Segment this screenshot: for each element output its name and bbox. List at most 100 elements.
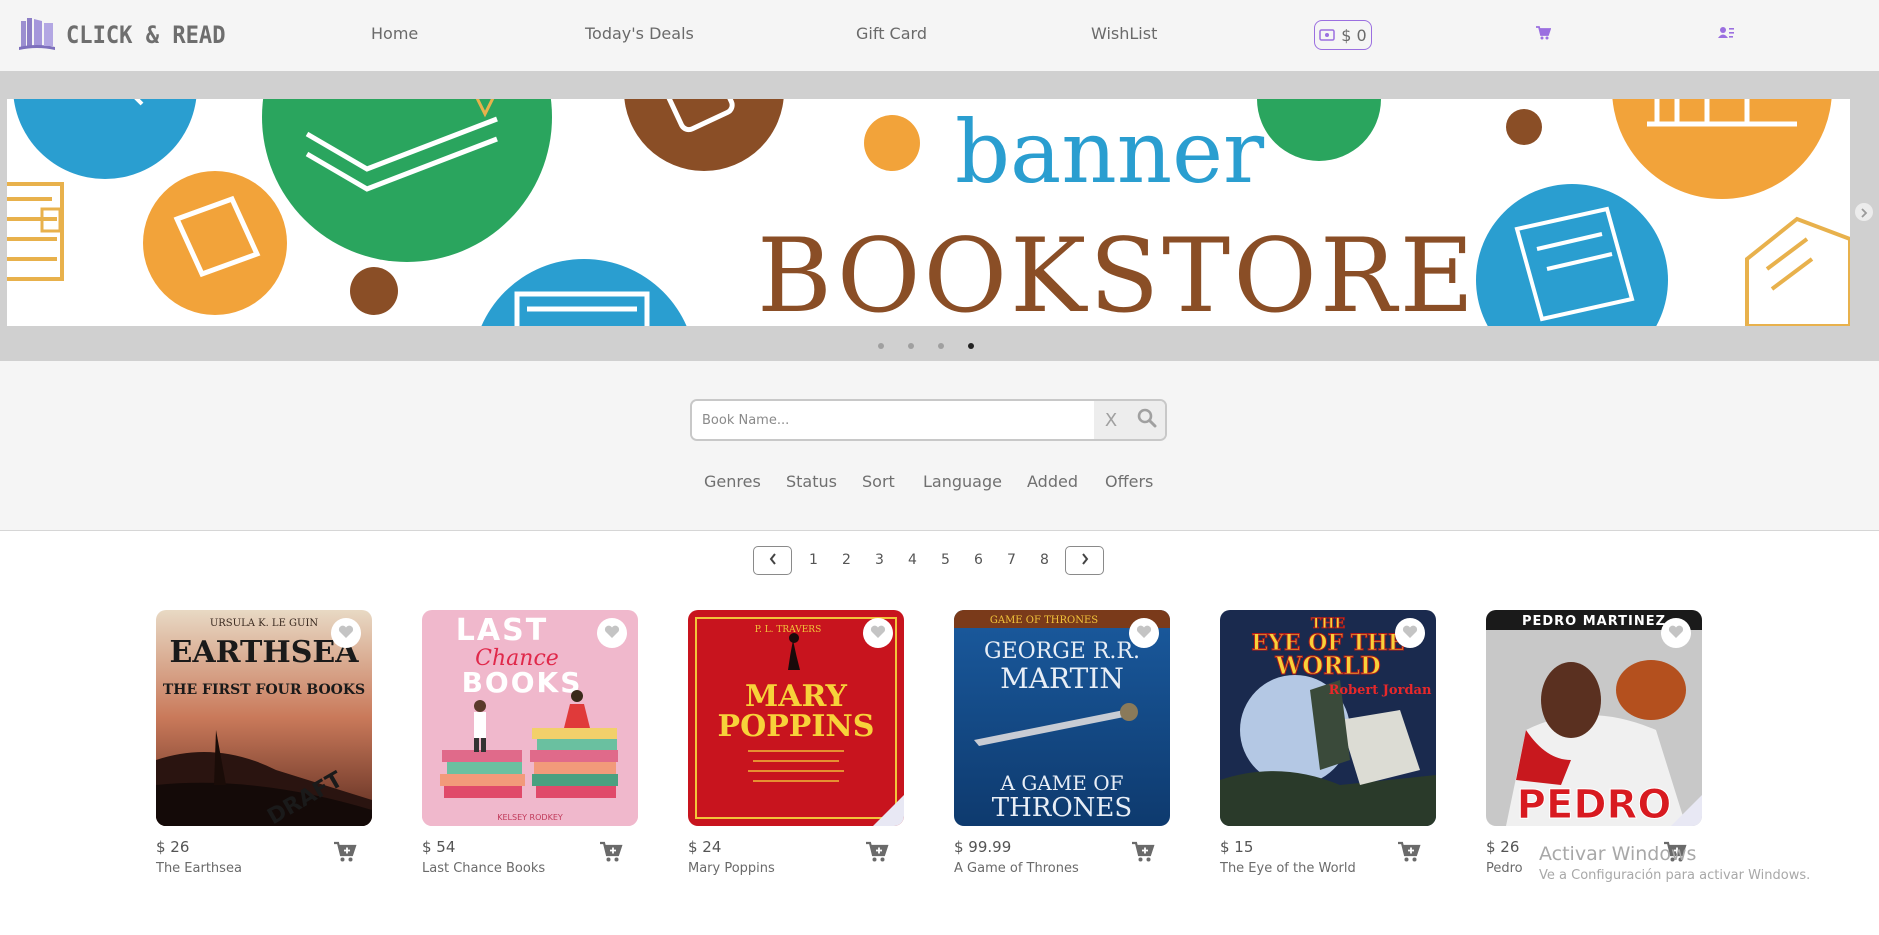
svg-text:WORLD: WORLD (1274, 651, 1381, 680)
carousel-next-button[interactable] (1855, 203, 1873, 221)
pagination-page-5[interactable]: 5 (941, 552, 950, 568)
cart-plus-icon (1398, 841, 1421, 862)
svg-text:KELSEY RODKEY: KELSEY RODKEY (497, 813, 563, 822)
wishlist-button[interactable] (1395, 618, 1425, 648)
cart-icon[interactable] (1535, 25, 1552, 41)
add-to-cart-button[interactable] (599, 841, 623, 863)
banner-carousel: banner BOOKSTORE (0, 71, 1879, 361)
cart-plus-icon (600, 841, 623, 862)
heart-icon (870, 624, 886, 643)
pagination-page-6[interactable]: 6 (974, 552, 983, 568)
nav-wishlist[interactable]: WishList (1091, 24, 1157, 43)
heart-icon (338, 624, 354, 643)
book-price: $ 15 (1220, 838, 1254, 856)
search-icon (1137, 408, 1157, 432)
book-title[interactable]: Last Chance Books (422, 861, 545, 876)
banner-slide[interactable]: banner BOOKSTORE (7, 99, 1850, 326)
svg-text:MARTIN: MARTIN (1000, 662, 1124, 695)
carousel-dot-active[interactable] (968, 343, 974, 349)
book-title[interactable]: The Eye of the World (1220, 861, 1356, 876)
chevron-right-icon (1080, 551, 1090, 570)
wishlist-button[interactable] (863, 618, 893, 648)
nav-home[interactable]: Home (371, 24, 418, 43)
heart-icon (1136, 624, 1152, 643)
svg-text:GEORGE R.R.: GEORGE R.R. (984, 639, 1140, 664)
cart-plus-icon (1132, 841, 1155, 862)
carousel-indicators (878, 343, 974, 349)
book-price: $ 26 (156, 838, 190, 856)
filter-genres[interactable]: Genres (704, 472, 761, 491)
filter-sort[interactable]: Sort (862, 472, 895, 491)
brand[interactable]: CLICK & READ (18, 16, 239, 54)
book-price: $ 26 (1486, 838, 1520, 856)
brand-name: CLICK & READ (66, 21, 226, 49)
filter-status[interactable]: Status (786, 472, 837, 491)
svg-text:PEDRO: PEDRO (1517, 782, 1672, 826)
pagination-page-1[interactable]: 1 (809, 552, 818, 568)
svg-text:URSULA K. LE GUIN: URSULA K. LE GUIN (210, 618, 319, 629)
activation-watermark-title: Activar Windows (1539, 843, 1697, 865)
book-title[interactable]: Mary Poppins (688, 861, 775, 876)
nav-todays-deals[interactable]: Today's Deals (585, 24, 694, 43)
filter-added[interactable]: Added (1027, 472, 1078, 491)
book-title[interactable]: A Game of Thrones (954, 861, 1079, 876)
book-title[interactable]: The Earthsea (156, 861, 242, 876)
wishlist-button[interactable] (597, 618, 627, 648)
add-to-cart-button[interactable] (865, 841, 889, 863)
carousel-dot[interactable] (938, 343, 944, 349)
book-price: $ 24 (688, 838, 722, 856)
pagination-page-2[interactable]: 2 (842, 552, 851, 568)
wishlist-button[interactable] (1661, 618, 1691, 648)
banner-title: BOOKSTORE (757, 217, 1477, 326)
svg-text:EARTHSEA: EARTHSEA (169, 635, 359, 670)
svg-text:GAME OF THRONES: GAME OF THRONES (990, 615, 1098, 626)
pagination-page-7[interactable]: 7 (1007, 552, 1016, 568)
add-to-cart-button[interactable] (1397, 841, 1421, 863)
search-button[interactable] (1128, 401, 1165, 439)
activation-watermark-subtitle: Ve a Configuración para activar Windows. (1539, 868, 1811, 883)
heart-icon (1402, 624, 1418, 643)
svg-text:LAST: LAST (456, 613, 548, 648)
book-price: $ 54 (422, 838, 456, 856)
add-to-cart-button[interactable] (1131, 841, 1155, 863)
filter-language[interactable]: Language (923, 472, 1002, 491)
banner-word: banner (955, 103, 1265, 203)
search-clear-button[interactable]: X (1094, 401, 1128, 439)
svg-text:A GAME OF: A GAME OF (1000, 771, 1124, 795)
pagination-page-3[interactable]: 3 (875, 552, 884, 568)
svg-text:BOOKS: BOOKS (462, 666, 583, 699)
heart-icon (604, 624, 620, 643)
filter-offers[interactable]: Offers (1105, 472, 1153, 491)
svg-text:Robert Jordan: Robert Jordan (1329, 683, 1432, 698)
book-price: $ 99.99 (954, 838, 1012, 856)
pagination-prev-button[interactable] (753, 546, 792, 575)
wishlist-button[interactable] (331, 618, 361, 648)
svg-text:POPPINS: POPPINS (718, 709, 875, 744)
svg-text:THRONES: THRONES (992, 793, 1132, 823)
pagination-next-button[interactable] (1065, 546, 1104, 575)
carousel-dot[interactable] (908, 343, 914, 349)
pagination-page-4[interactable]: 4 (908, 552, 917, 568)
chevron-left-icon (768, 551, 778, 570)
nav-gift-card[interactable]: Gift Card (856, 24, 927, 43)
cart-plus-icon (866, 841, 889, 862)
svg-text:P. L. TRAVERS: P. L. TRAVERS (755, 625, 822, 635)
add-to-cart-button[interactable] (333, 841, 357, 863)
pagination-page-8[interactable]: 8 (1040, 552, 1049, 568)
user-list-icon[interactable] (1718, 25, 1734, 41)
carousel-dot[interactable] (878, 343, 884, 349)
chevron-right-icon (1860, 203, 1868, 222)
navbar: CLICK & READ Home Today's Deals Gift Car… (0, 0, 1879, 71)
book-title[interactable]: Pedro (1486, 861, 1523, 876)
wishlist-button[interactable] (1129, 618, 1159, 648)
heart-icon (1668, 624, 1684, 643)
svg-text:PEDRO MARTINEZ: PEDRO MARTINEZ (1522, 614, 1666, 629)
cart-plus-icon (334, 841, 357, 862)
search-input[interactable] (692, 401, 1092, 439)
money-icon (1319, 26, 1336, 45)
wallet-amount: $ 0 (1341, 25, 1367, 45)
search-bar: X (690, 399, 1167, 441)
wallet-balance-button[interactable]: $ 0 (1314, 20, 1372, 50)
book-logo-icon (18, 15, 56, 55)
svg-text:THE FIRST FOUR BOOKS: THE FIRST FOUR BOOKS (163, 682, 365, 698)
